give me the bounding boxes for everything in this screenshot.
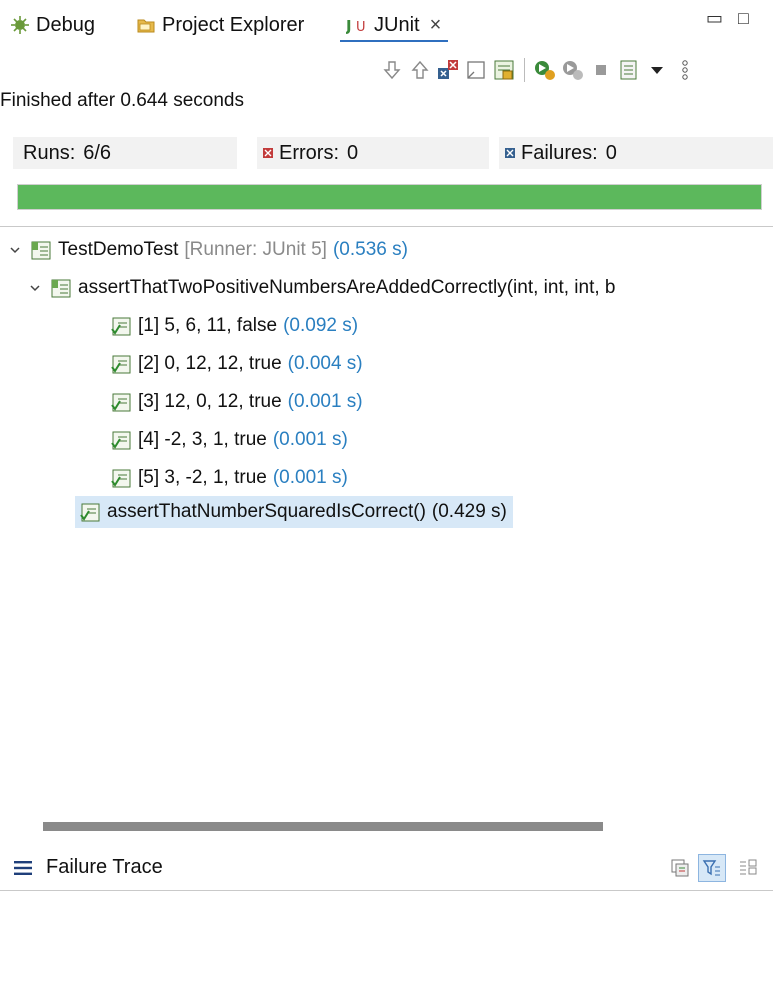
tree-row-case[interactable]: [1] 5, 6, 11, false (0.092 s) [110, 311, 358, 341]
tab-debug[interactable]: Debug [10, 10, 95, 40]
tab-project-explorer[interactable]: Project Explorer [136, 10, 304, 40]
test-suite-icon [30, 239, 52, 261]
case-name: [3] 12, 0, 12, true [138, 391, 282, 412]
divider [0, 226, 773, 227]
failures-counter: Failures: 0 [499, 137, 773, 169]
junit-icon: JU [346, 15, 368, 35]
errors-label: Errors: [279, 141, 339, 164]
compare-result-icon[interactable] [668, 856, 692, 880]
progress-bar [17, 184, 762, 210]
bug-icon [10, 15, 30, 35]
skipped-icon[interactable] [492, 58, 516, 82]
status-text: Finished after 0.644 seconds [0, 90, 244, 111]
failures-value: 0 [605, 141, 617, 164]
failure-icon [505, 148, 515, 158]
selected-name: assertThatNumberSquaredIsCorrect() [107, 501, 426, 522]
tab-debug-label: Debug [36, 13, 95, 36]
maximize-icon[interactable]: □ [738, 8, 749, 29]
chevron-down-icon[interactable] [28, 281, 42, 295]
progress-fill [18, 185, 761, 209]
test-passed-icon [110, 391, 132, 413]
runs-counter: Runs: 6/6 [13, 137, 237, 169]
view-tab-bar: Debug Project Explorer JU JUnit × ▭ □ [0, 0, 773, 50]
show-failures-only-icon[interactable] [436, 58, 460, 82]
case-name: [1] 5, 6, 11, false [138, 315, 278, 336]
failure-trace-title: Failure Trace [46, 856, 163, 878]
folder-icon [136, 15, 156, 35]
tree-row-selected[interactable]: assertThatNumberSquaredIsCorrect() (0.42… [75, 496, 513, 528]
test-counters: Runs: 6/6 Errors: 0 Failures: 0 [13, 137, 773, 169]
test-tree: TestDemoTest [Runner: JUnit 5] (0.536 s)… [0, 232, 773, 812]
test-passed-icon [79, 501, 101, 523]
tree-row-group[interactable]: assertThatTwoPositiveNumbersAreAddedCorr… [28, 273, 616, 303]
case-time: (0.001 s) [272, 429, 348, 450]
root-name: TestDemoTest [58, 239, 179, 260]
tab-junit[interactable]: JU JUnit × [346, 10, 441, 40]
errors-value: 0 [347, 141, 359, 164]
scroll-lock-icon[interactable] [464, 58, 488, 82]
case-time: (0.001 s) [287, 391, 363, 412]
test-passed-icon [110, 353, 132, 375]
case-name: [5] 3, -2, 1, true [138, 467, 267, 488]
copy-trace-icon[interactable] [736, 856, 760, 880]
case-time: (0.092 s) [283, 315, 359, 336]
chevron-down-icon[interactable] [8, 243, 22, 257]
junit-toolbar [380, 54, 773, 86]
tree-row-case[interactable]: [2] 0, 12, 12, true (0.004 s) [110, 349, 363, 379]
rerun-icon[interactable] [533, 58, 557, 82]
horizontal-scrollbar[interactable] [43, 822, 603, 831]
tree-row-case[interactable]: [4] -2, 3, 1, true (0.001 s) [110, 425, 348, 455]
toolbar-separator [524, 58, 525, 82]
selected-time: (0.429 s) [431, 501, 507, 522]
more-icon[interactable] [673, 58, 697, 82]
group-name: assertThatTwoPositiveNumbersAreAddedCorr… [78, 277, 616, 298]
menu-icon [14, 860, 32, 876]
case-time: (0.004 s) [287, 353, 363, 374]
root-time: (0.536 s) [332, 239, 408, 260]
test-passed-icon [110, 467, 132, 489]
root-runner: [Runner: JUnit 5] [184, 239, 327, 260]
runs-value: 6/6 [83, 141, 112, 164]
test-passed-icon [110, 315, 132, 337]
minimize-icon[interactable]: ▭ [706, 8, 723, 29]
case-name: [2] 0, 12, 12, true [138, 353, 282, 374]
error-icon [263, 148, 273, 158]
svg-text:J: J [346, 17, 352, 35]
test-passed-icon [110, 429, 132, 451]
case-time: (0.001 s) [272, 467, 348, 488]
runs-label: Runs: [23, 141, 76, 164]
errors-counter: Errors: 0 [257, 137, 489, 169]
view-menu-icon[interactable] [645, 58, 669, 82]
case-name: [4] -2, 3, 1, true [138, 429, 267, 450]
history-icon[interactable] [617, 58, 641, 82]
tree-row-root[interactable]: TestDemoTest [Runner: JUnit 5] (0.536 s) [8, 235, 408, 265]
tab-junit-label: JUnit [374, 13, 420, 36]
divider [0, 890, 773, 891]
previous-failure-icon[interactable] [408, 58, 432, 82]
tab-project-explorer-label: Project Explorer [162, 13, 305, 36]
active-tab-indicator [340, 40, 448, 42]
tree-row-case[interactable]: [3] 12, 0, 12, true (0.001 s) [110, 387, 363, 417]
test-suite-icon [50, 277, 72, 299]
failure-trace-header: Failure Trace [0, 852, 773, 888]
next-failure-icon[interactable] [380, 58, 404, 82]
svg-text:U: U [356, 20, 366, 35]
close-icon[interactable]: × [430, 14, 442, 37]
failures-label: Failures: [521, 141, 598, 164]
rerun-failed-icon[interactable] [561, 58, 585, 82]
filter-stack-icon[interactable] [698, 854, 726, 882]
tree-row-case[interactable]: [5] 3, -2, 1, true (0.001 s) [110, 463, 348, 493]
stop-icon[interactable] [589, 58, 613, 82]
